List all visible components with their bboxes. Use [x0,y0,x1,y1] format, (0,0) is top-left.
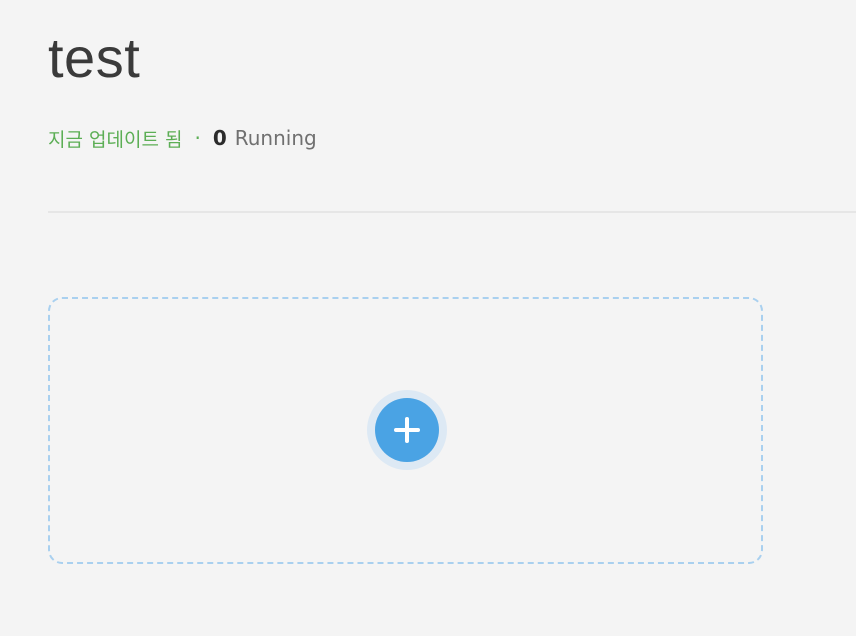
page-title: test [48,26,141,89]
updated-status: 지금 업데이트 됨 [48,128,183,151]
add-item-card[interactable] [48,297,763,564]
status-separator: · [194,126,201,150]
add-button-halo [367,390,447,470]
header-divider [48,211,856,213]
add-button[interactable] [375,398,439,462]
status-line: 지금 업데이트 됨 · 0 Running [48,124,317,152]
plus-icon [394,417,420,443]
running-count: 0 [212,126,227,150]
running-label: Running [234,126,317,150]
page: test 지금 업데이트 됨 · 0 Running [0,0,856,636]
